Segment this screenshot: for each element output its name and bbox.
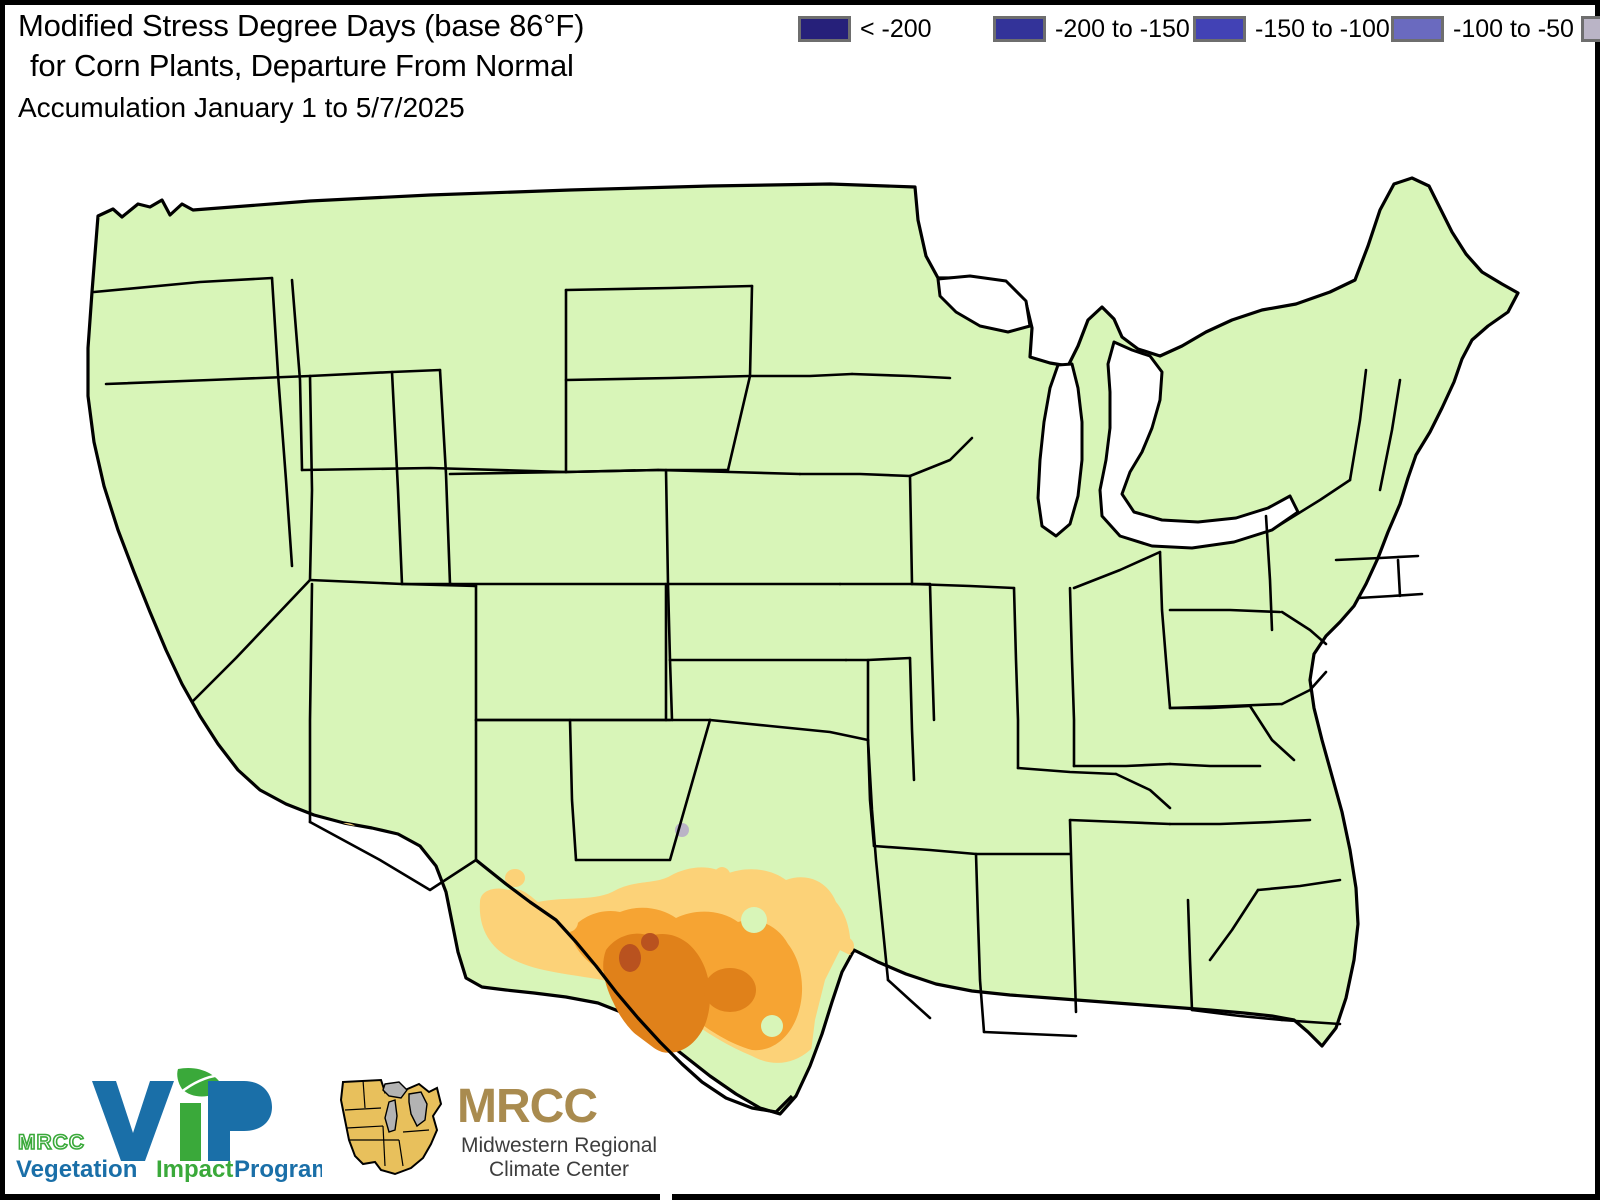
vip-letter-i-stem [180,1103,201,1161]
legend-item: -50 to -25 [1581,10,1600,48]
page-border-top [0,0,1600,5]
legend-label: -100 to -50 [1453,14,1574,43]
page-title-line-2: for Corn Plants, Departure From Normal [30,48,574,83]
vip-letter-p [208,1081,272,1161]
legend-swatch [798,16,851,42]
legend-item: -100 to -50 [1391,10,1581,48]
mrcc-subtitle-line-1: Midwestern Regional [461,1134,657,1157]
page-border-left [0,0,5,1200]
anomaly-tx-patch-2 [664,883,692,909]
page-border-bottom-left [0,1194,660,1200]
anomaly-tx-hole-1 [741,907,767,933]
vip-logo: MRCC Vegetation Impact Program [12,1063,322,1183]
mrcc-logo: MRCC Midwestern Regional Climate Center [333,1070,663,1188]
page-border-right [1595,0,1600,1200]
vip-word-impact: Impact [156,1156,233,1183]
page-title-line-1: Modified Stress Degree Days (base 86°F) [18,8,585,43]
anomaly-rio-grande-150-200 [619,944,641,972]
vip-word-vegetation: Vegetation [16,1156,137,1183]
legend-label: -150 to -100 [1255,14,1390,43]
legend-label: -200 to -150 [1055,14,1190,43]
anomaly-rio-grande-150-200-b [641,933,659,951]
mrcc-acronym: MRCC [457,1080,597,1133]
mrcc-logo-graphic: MRCC Midwestern Regional Climate Center [339,1078,657,1181]
vip-letter-v [92,1081,174,1161]
map-container [10,160,1590,1140]
legend-item: < -200 [798,10,993,48]
us-choropleth-map [10,160,1590,1140]
mrcc-subtitle-line-2: Climate Center [489,1158,629,1181]
title-block: Modified Stress Degree Days (base 86°F) … [18,6,778,128]
anomaly-texas-coastal-core [704,968,756,1012]
legend-swatch [1193,16,1246,42]
legend-swatch [1391,16,1444,42]
anomaly-tx-hole-2 [761,1015,783,1037]
vip-word-program: Program [234,1156,322,1183]
page-border-bottom-right [672,1194,1600,1200]
legend-item: -200 to -150 [993,10,1193,48]
legend-swatch [1581,16,1600,42]
anomaly-tx-patch-3 [713,867,731,889]
anomaly-tx-patch-5 [836,937,854,955]
mrcc-midwest-map-icon [339,1078,443,1176]
page-subtitle: Accumulation January 1 to 5/7/2025 [18,92,465,123]
legend-swatch [993,16,1046,42]
legend: < -200 -200 to -150 -150 to -100 -100 to… [798,10,1600,48]
climate-map-page: Modified Stress Degree Days (base 86°F) … [0,0,1600,1200]
legend-label: < -200 [860,14,932,43]
vip-logo-graphic: MRCC Vegetation Impact Program [16,1067,322,1183]
legend-item: -150 to -100 [1193,10,1391,48]
vip-mrcc-text: MRCC [18,1131,85,1154]
